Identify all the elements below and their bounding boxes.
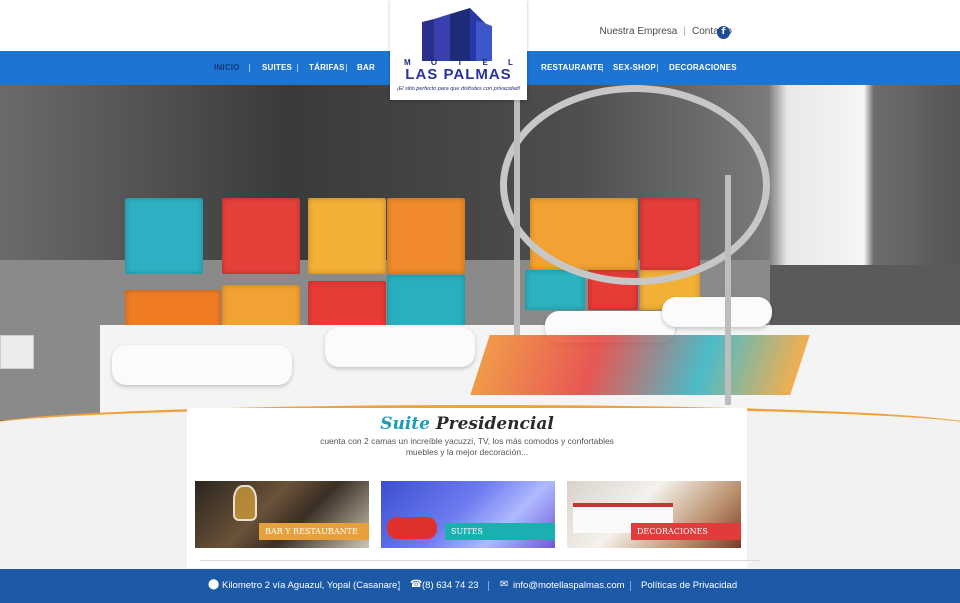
pillow bbox=[662, 297, 772, 327]
divider bbox=[200, 560, 760, 561]
pillow bbox=[325, 327, 475, 367]
card-bar-restaurante[interactable]: BAR Y RESTAURANTE bbox=[195, 481, 369, 548]
nav-item-bar[interactable]: BAR bbox=[357, 63, 375, 72]
nav-item-inicio[interactable]: INICIO bbox=[214, 63, 240, 72]
headboard-tile bbox=[222, 198, 300, 274]
suite-title: Suite Presidencial bbox=[187, 414, 747, 434]
footer-email[interactable]: info@motellaspalmas.com bbox=[513, 580, 625, 591]
logo-name: LAS PALMAS bbox=[405, 66, 512, 83]
nav-separator bbox=[297, 64, 298, 72]
logo[interactable]: M O T E L LAS PALMAS ¡El sitio perfecto … bbox=[390, 0, 527, 100]
facebook-icon[interactable]: f bbox=[717, 26, 730, 39]
nav-separator bbox=[249, 64, 250, 72]
headboard-tile bbox=[308, 198, 386, 274]
card-decoraciones[interactable]: DECORACIONES bbox=[567, 481, 741, 548]
footer-address: Kilometro 2 vía Aguazul, Yopal (Casanare… bbox=[222, 580, 401, 591]
suite-description: cuenta con 2 camas un increíble yacuzzi,… bbox=[320, 436, 614, 457]
nav-item-decoraciones[interactable]: DECORACIONES bbox=[669, 63, 737, 72]
nuestra-empresa-link[interactable]: Nuestra Empresa bbox=[600, 26, 678, 37]
pillow bbox=[112, 345, 292, 385]
footer-separator bbox=[630, 581, 631, 591]
footer: ⬤ Kilometro 2 vía Aguazul, Yopal (Casana… bbox=[0, 569, 960, 603]
suite-title-word: Suite bbox=[380, 414, 430, 434]
top-links: Nuestra Empresa | Contacto bbox=[600, 26, 732, 37]
card-label: SUITES bbox=[445, 523, 555, 540]
headboard-tile bbox=[387, 198, 465, 274]
logo-buildings-icon bbox=[422, 8, 492, 61]
headboard-tile bbox=[525, 270, 585, 310]
card-label: DECORACIONES bbox=[631, 523, 741, 540]
hero-image bbox=[0, 85, 960, 425]
nav-item-tarifas[interactable]: TÁRIFAS bbox=[309, 63, 345, 72]
footer-separator bbox=[399, 581, 400, 591]
suite-title-word: Presidencial bbox=[435, 414, 554, 434]
footer-separator bbox=[488, 581, 489, 591]
card-label: BAR Y RESTAURANTE bbox=[259, 523, 369, 540]
phone-icon: ☎ bbox=[410, 579, 423, 590]
content-panel: Suite Presidencial cuenta con 2 camas un… bbox=[187, 408, 747, 568]
footer-privacy-link[interactable]: Políticas de Privacidad bbox=[641, 580, 737, 591]
envelope-icon: ✉ bbox=[500, 579, 509, 590]
chair-shape bbox=[387, 517, 437, 539]
footer-phone[interactable]: (8) 634 74 23 bbox=[422, 580, 479, 591]
link-separator: | bbox=[683, 26, 686, 37]
headboard-tile bbox=[125, 198, 203, 274]
swing-pole bbox=[514, 85, 520, 335]
wall-outlet bbox=[0, 335, 34, 369]
swing-pole bbox=[725, 175, 731, 405]
logo-tagline: ¡El sitio perfecto para que disfrutes co… bbox=[396, 86, 521, 92]
nav-separator bbox=[657, 64, 658, 72]
wine-glass bbox=[233, 485, 257, 521]
nav-item-restaurante[interactable]: RESTAURANTE bbox=[541, 63, 603, 72]
card-suites[interactable]: SUITES bbox=[381, 481, 555, 548]
nav-separator bbox=[346, 64, 347, 72]
nav-item-suites[interactable]: SUITES bbox=[262, 63, 292, 72]
nav-item-sex-shop[interactable]: SEX-SHOP bbox=[613, 63, 656, 72]
colored-bed-base bbox=[470, 335, 810, 395]
map-pin-icon: ⬤ bbox=[208, 579, 220, 590]
nav-separator bbox=[602, 64, 603, 72]
